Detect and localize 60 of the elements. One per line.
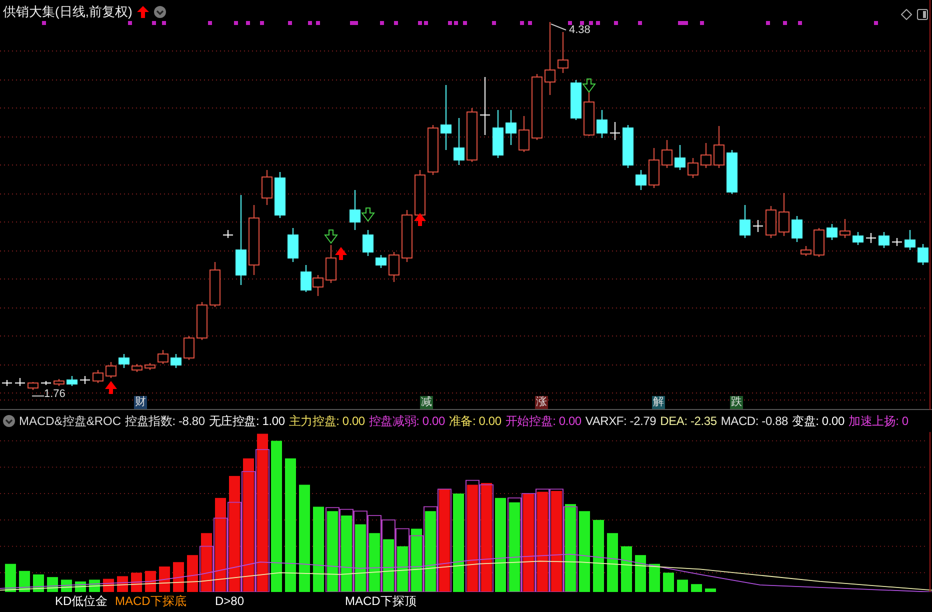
indicator-value: MACD: -0.88 — [720, 414, 788, 428]
indicator-value: VARXF: -2.79 — [585, 414, 656, 428]
indicator-value: 无庄控盘: 1.00 — [208, 412, 285, 430]
outline-bar — [396, 528, 410, 592]
event-marker: 跌 — [730, 396, 743, 409]
histogram-bar — [5, 564, 16, 592]
indicator-value: 准备: 0.00 — [448, 412, 502, 430]
panel-toggle-icon[interactable] — [917, 9, 928, 20]
event-marker: 涨 — [535, 396, 548, 409]
indicator-value: 变盘: 0.00 — [792, 412, 844, 430]
indicator-value: 加速上扬: 0 — [848, 412, 908, 430]
histogram-bar — [131, 572, 142, 592]
histogram-bar — [355, 524, 366, 592]
event-marker: 解 — [652, 396, 665, 409]
indicator-value: DEA: -2.35 — [660, 414, 717, 428]
leader-line — [550, 24, 566, 30]
diamond-icon[interactable] — [901, 9, 912, 20]
histogram-bar — [691, 584, 702, 592]
indicator-value: 开始控盘: 0.00 — [505, 412, 582, 430]
histogram-bar — [383, 539, 394, 592]
histogram-bar — [705, 588, 716, 592]
histogram-bar — [145, 570, 156, 592]
up-arrow-icon — [335, 247, 347, 260]
histogram-bar — [33, 574, 44, 592]
histogram-bar — [677, 580, 688, 592]
chevron-down-icon[interactable] — [3, 415, 15, 427]
histogram-bar — [397, 546, 408, 592]
indicator-name: MACD&控盘&ROC — [19, 412, 122, 430]
up-arrow-icon — [137, 6, 150, 18]
histogram-bar — [19, 570, 30, 592]
histogram-bar — [117, 576, 128, 592]
price-label: 4.38 — [569, 24, 590, 36]
signal-label: KD低位金 — [55, 595, 108, 608]
indicator-value: 控盘减弱: 0.00 — [368, 412, 445, 430]
down-arrow-icon — [361, 208, 375, 222]
up-arrow-icon — [105, 381, 117, 394]
histogram-bar — [159, 566, 170, 592]
indicator-value: 控盘指数: -8.80 — [125, 412, 205, 430]
histogram-bar — [635, 555, 646, 592]
signal-label: MACD下探底 — [115, 595, 186, 608]
indicator-value: 主力控盘: 0.00 — [288, 412, 365, 430]
signal-label: D>80 — [215, 595, 244, 608]
histogram-bar — [187, 555, 198, 592]
histogram-bar — [607, 533, 618, 592]
up-arrow-icon — [414, 213, 426, 226]
histogram-bar — [621, 546, 632, 592]
histogram-bar — [411, 528, 422, 592]
histogram-bar — [173, 562, 184, 592]
histogram-bar — [663, 572, 674, 592]
event-marker: 财 — [134, 396, 147, 409]
histogram-bar — [649, 564, 660, 592]
signal-label: MACD下探顶 — [345, 595, 416, 608]
chevron-down-icon[interactable] — [154, 6, 166, 18]
histogram-bar — [369, 533, 380, 592]
chart-title: 供销大集(日线,前复权) — [3, 3, 132, 21]
histogram-bar — [201, 533, 212, 592]
down-arrow-icon — [324, 230, 338, 244]
event-marker: 减 — [420, 396, 433, 409]
price-label: 1.76 — [44, 388, 66, 400]
down-arrow-icon — [582, 78, 596, 93]
